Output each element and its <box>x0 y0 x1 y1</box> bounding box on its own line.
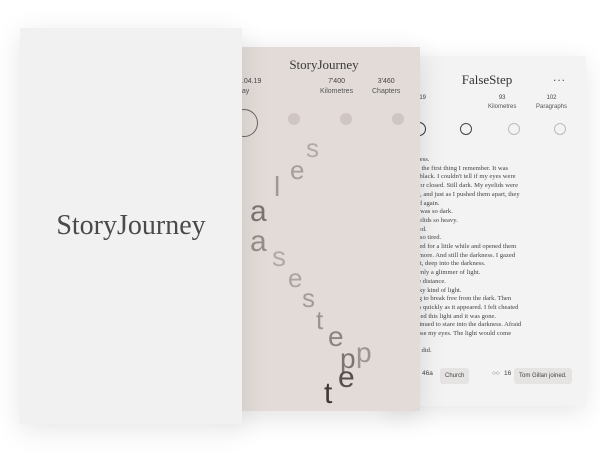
story-line: nd it did. <box>408 347 432 355</box>
path-letter: t <box>316 305 324 335</box>
story-line: arkness. <box>408 156 576 165</box>
story-line: itch black. I couldn't tell if my eyes w… <box>408 173 516 181</box>
path-letter: s <box>306 133 319 163</box>
story-line: ack. <box>408 339 576 348</box>
story-line: smoky kind of light. <box>408 286 462 294</box>
story-line: losed again. <box>408 199 440 207</box>
story-line: uddenly a glimmer of light. <box>408 269 481 277</box>
place-chip[interactable]: Church <box>440 368 470 384</box>
like-count: 16 <box>504 370 512 377</box>
story-line: waited for a little while and opened the… <box>408 243 517 251</box>
path-letter: e <box>338 361 355 394</box>
more-menu-button[interactable]: ... <box>553 70 566 84</box>
card-title: StoryJourney <box>289 57 359 72</box>
progress-dot[interactable] <box>340 113 352 125</box>
kilometres-stat: 7'400 Kilometres <box>320 78 354 95</box>
progress-dot[interactable] <box>460 123 472 135</box>
story-line: nce more. And still the darkness. I gaze… <box>408 251 516 259</box>
joined-chip: Tom Gillan joined. <box>514 368 572 384</box>
chapters-stat: 3'460 Chapters <box>372 78 401 95</box>
comment-count: 46a <box>422 370 433 377</box>
storyjourney-splash-card[interactable]: StoryJourney <box>20 28 242 424</box>
story-line: y eyelids so heavy. <box>408 216 458 224</box>
progress-dot[interactable] <box>288 113 300 125</box>
path-letter: a <box>250 225 267 258</box>
story-line: ne as quickly as it appeared. I felt che… <box>408 303 519 311</box>
path-letter: e <box>290 155 305 185</box>
storyjourney-map-card: StoryJourney 5.04.19 day 7'400 Kilometre… <box>228 47 420 411</box>
path-letter: l <box>274 171 281 202</box>
path-letter: p <box>356 337 372 368</box>
story-line: rying to break free from the dark. Then <box>408 295 512 303</box>
story-line: hat's the first thing I remember. It was <box>408 164 509 172</box>
story-line: o close my eyes. The light would come <box>408 330 512 338</box>
path-letter: e <box>288 263 303 293</box>
app-logo-wordmark: StoryJourney <box>56 210 206 241</box>
story-line: eavy, and just as I pushed them apart, t… <box>408 190 520 198</box>
paragraphs-stat: 102 Paragraphs <box>536 95 568 110</box>
story-text: arkness.hat's the first thing I remember… <box>408 156 576 356</box>
story-line: continued to stare into the darkness. Af… <box>408 321 522 329</box>
story-line: pen or closed. Still dark. My eyelids we… <box>408 182 519 190</box>
kilometres-stat: 93 Kilometres <box>488 95 517 110</box>
story-line: ut it was so dark. <box>408 208 453 216</box>
story-line: o tired. <box>408 226 576 235</box>
path-letter: s <box>272 241 286 272</box>
progress-dot[interactable] <box>508 123 520 135</box>
path-letter: a <box>250 195 267 228</box>
path-letter: t <box>324 377 333 410</box>
progress-dot[interactable] <box>392 113 404 125</box>
story-line: nto it, deep into the darkness. <box>408 260 486 268</box>
link-icon[interactable]: ○○ <box>492 370 500 377</box>
path-letter: s <box>302 283 315 313</box>
progress-dot[interactable] <box>554 123 566 135</box>
story-line: needed this light and it was gone. <box>408 312 497 320</box>
story-line: was so tired. <box>408 234 442 242</box>
story-line: n the distance. <box>408 277 446 285</box>
